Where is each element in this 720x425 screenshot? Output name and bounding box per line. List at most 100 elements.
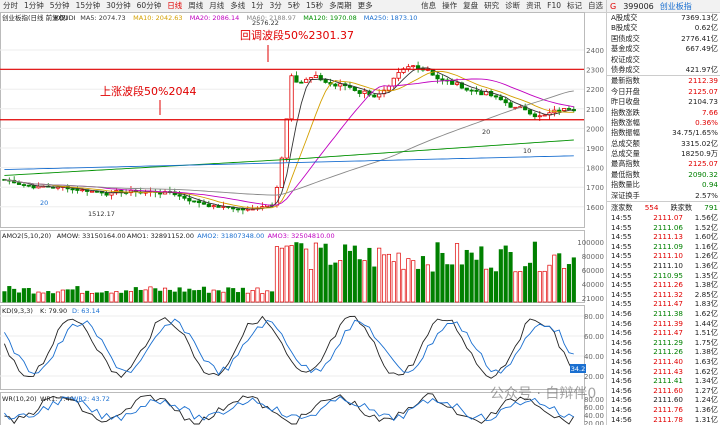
stat-value: 7.66 <box>701 107 718 117</box>
tick-row: 14:56 2111.39 1.44亿 <box>607 319 720 329</box>
period-tab-0[interactable]: 分时 <box>0 0 21 12</box>
legend-ma120: MA120: 1970.08 <box>303 14 357 22</box>
candle-body <box>26 184 31 187</box>
period-tab-13[interactable]: 15秒 <box>303 0 326 12</box>
toolbar-item-7[interactable]: 标记 <box>564 0 585 12</box>
stat-value: 18250.9万 <box>681 149 718 159</box>
adv-count: 554 <box>644 203 659 213</box>
candle-body <box>31 185 36 189</box>
volume-bar <box>328 264 333 303</box>
period-tab-6[interactable]: 日线 <box>164 0 185 12</box>
tick-price: 2111.60 <box>653 385 683 395</box>
tick-price: 2110.95 <box>653 270 683 280</box>
tick-volume: 1.26亿 <box>694 251 718 261</box>
candle-body <box>435 74 440 80</box>
stat-row: 指数涨跌 7.66 <box>607 108 720 118</box>
candle-body <box>406 66 411 70</box>
volume-bar <box>420 256 426 303</box>
candle-body <box>289 75 294 120</box>
kline-chart[interactable]: 2400 2300 2200 2100 2000 1900 1800 1700 1600 回调波段… <box>0 12 606 425</box>
kd-tick: 60.00 <box>584 333 604 341</box>
price-tick: 2300 <box>586 67 604 75</box>
candle-body <box>469 89 474 92</box>
dec-label: 跌家数 <box>670 203 693 213</box>
volume-bar <box>41 292 46 303</box>
volume-bar <box>304 248 309 303</box>
period-tab-12[interactable]: 5秒 <box>285 0 303 12</box>
stat-label: 债券成交 <box>611 64 640 74</box>
tick-price: 2111.39 <box>653 318 683 328</box>
period-tab-7[interactable]: 周线 <box>185 0 206 12</box>
toolbar-item-2[interactable]: 复盘 <box>460 0 481 12</box>
stat-row: 总成交额 3315.02亿 <box>607 139 720 149</box>
volume-bar <box>294 242 299 303</box>
stat-label: 指数振幅 <box>611 128 640 138</box>
tick-price: 2111.47 <box>653 328 683 338</box>
tick-price: 2111.26 <box>653 280 683 290</box>
volume-bar <box>508 252 513 303</box>
index-name[interactable]: 创业板指 <box>660 1 692 12</box>
volume-bar <box>357 259 362 303</box>
toolbar-item-5[interactable]: 资讯 <box>523 0 544 12</box>
period-tab-14[interactable]: 多周期 <box>326 0 355 12</box>
period-tab-1[interactable]: 1分钟 <box>21 0 47 12</box>
tick-row: 14:55 2111.32 2.85亿 <box>607 290 720 300</box>
tick-row: 14:56 2111.76 1.36亿 <box>607 405 720 415</box>
candle-body <box>372 94 377 98</box>
volume-bar <box>518 271 523 303</box>
stat-label: 基金成交 <box>611 44 640 54</box>
volume-bar <box>459 264 464 303</box>
volume-bar <box>158 290 163 303</box>
vol-tick: 100000 <box>577 239 604 247</box>
tick-volume: 1.36亿 <box>694 261 718 270</box>
volume-bar <box>128 291 134 303</box>
period-tab-2[interactable]: 5分钟 <box>47 0 73 12</box>
volume-bar <box>343 244 348 303</box>
tick-time: 14:56 <box>611 318 632 328</box>
tick-row: 14:56 2111.40 1.63亿 <box>607 357 720 367</box>
tick-volume: 1.38亿 <box>694 347 718 357</box>
tick-price: 2111.76 <box>653 404 683 414</box>
period-tab-15[interactable]: 更多 <box>355 0 376 12</box>
toolbar-item-3[interactable]: 研究 <box>481 0 502 12</box>
stat-value: 2.57% <box>695 190 718 200</box>
toolbar-item-6[interactable]: F10 <box>544 0 564 12</box>
stat-label: 最新指数 <box>611 76 640 86</box>
candle-body <box>299 81 304 84</box>
period-tab-4[interactable]: 30分钟 <box>103 0 134 12</box>
period-tab-8[interactable]: 月线 <box>206 0 227 12</box>
candle-body <box>21 184 27 186</box>
toolbar-item-4[interactable]: 诊断 <box>502 0 523 12</box>
period-tab-5[interactable]: 60分钟 <box>134 0 165 12</box>
volume-bar <box>284 245 289 303</box>
stat-label: 权证成交 <box>611 54 640 64</box>
stat-row: 今日开盘 2125.07 <box>607 87 720 97</box>
volume-bar <box>347 250 353 303</box>
volume-bar <box>381 254 387 303</box>
stat-value: 7369.13亿 <box>681 13 718 22</box>
price-tick: 1900 <box>586 145 604 153</box>
period-tab-3[interactable]: 15分钟 <box>73 0 104 12</box>
tick-time: 14:55 <box>611 299 632 309</box>
volume-bar <box>338 260 343 303</box>
candle-body <box>464 87 469 91</box>
volume-bar <box>201 286 207 303</box>
stat-label: 深证换手 <box>611 190 640 200</box>
stat-label: 最低指数 <box>611 169 640 179</box>
candle-body <box>80 189 85 192</box>
period-tab-11[interactable]: 3分 <box>266 0 284 12</box>
period-tab-10[interactable]: 1分 <box>248 0 266 12</box>
period-tab-9[interactable]: 多线 <box>227 0 248 12</box>
g-badge: G <box>610 1 617 11</box>
stat-row: 指数量比 0.94 <box>607 180 720 190</box>
volume-bar <box>12 288 17 303</box>
tick-price: 2111.40 <box>653 356 683 366</box>
toolbar-item-0[interactable]: 信息 <box>418 0 439 12</box>
volume-bar <box>60 289 65 303</box>
candle-body <box>196 200 202 204</box>
candle-body <box>561 108 567 111</box>
volume-bar <box>211 289 216 303</box>
toolbar-item-1[interactable]: 操作 <box>439 0 460 12</box>
candle-body <box>323 79 328 83</box>
toolbar-item-8[interactable]: 自选 <box>585 0 606 12</box>
